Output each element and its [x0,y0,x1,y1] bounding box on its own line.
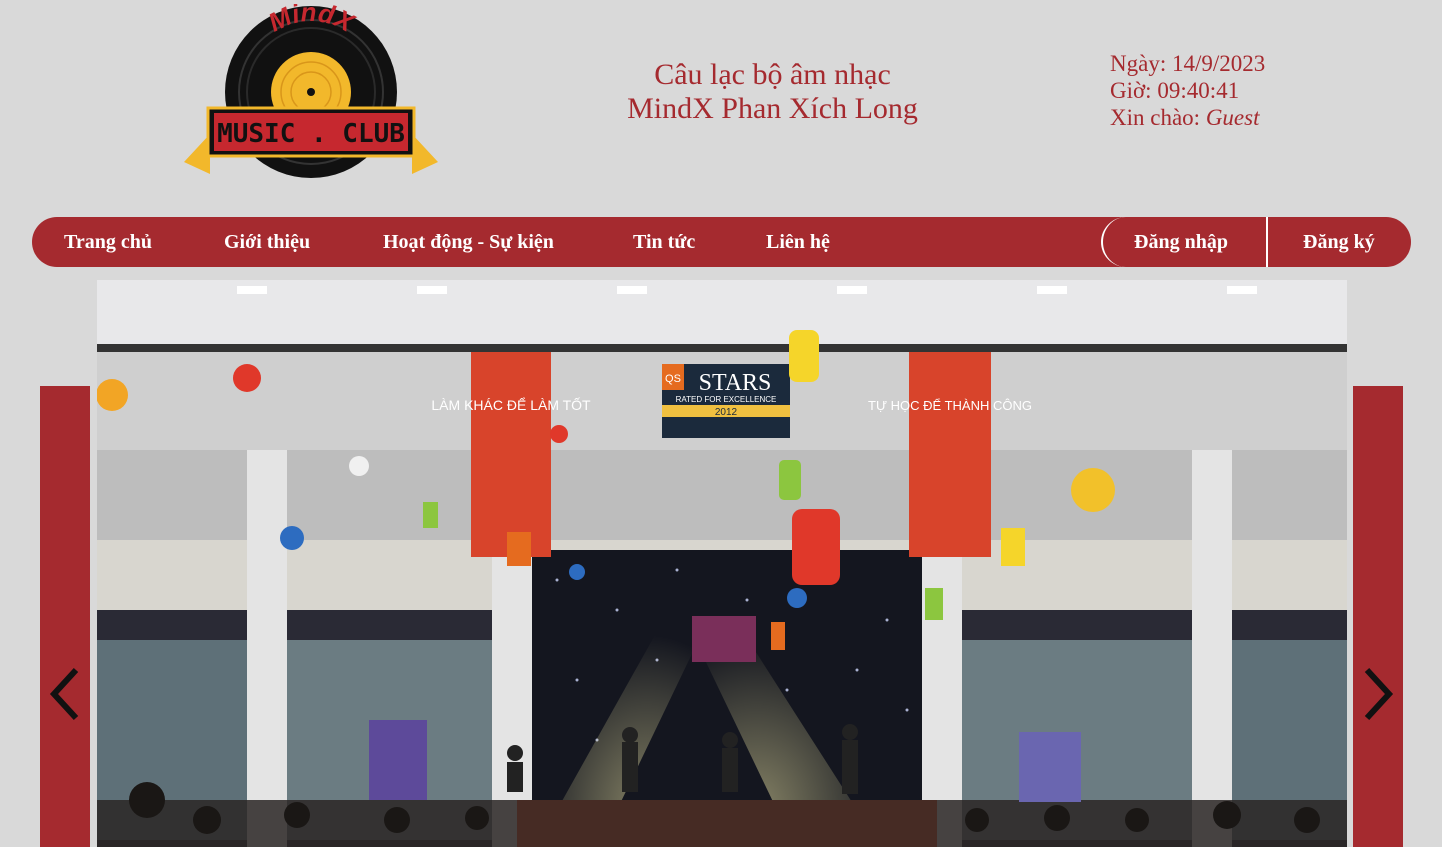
nav-item-home[interactable]: Trang chủ [64,217,152,267]
slider-prev-button[interactable] [40,386,90,847]
time-label: Giờ: [1110,78,1152,103]
club-logo[interactable]: MindX MUSIC . CLUB [180,0,442,182]
banner-left-text: LÀM KHÁC ĐỂ LÀM TỐT [431,396,591,413]
banner-right-text: TỰ HỌC ĐỂ THÀNH CÔNG [868,398,1032,413]
chevron-right-icon [1364,667,1394,721]
auth-divider [1266,217,1268,267]
greeting-row: Xin chào: Guest [1110,104,1265,131]
time-row: Giờ: 09:40:41 [1110,77,1265,104]
header-info: Ngày: 14/9/2023 Giờ: 09:40:41 Xin chào: … [1110,50,1265,131]
register-button[interactable]: Đăng ký [1303,217,1375,267]
date-value: 14/9/2023 [1171,51,1266,76]
qs-year: 2012 [715,407,738,418]
date-label: Ngày: [1110,51,1167,76]
qs-prefix: QS [665,373,681,385]
nav-item-about[interactable]: Giới thiệu [224,217,310,267]
club-title-line1: Câu lạc bộ âm nhạc [654,58,891,91]
greeting-label: Xin chào: [1110,105,1201,130]
slider-next-button[interactable] [1353,386,1403,847]
club-title-line2: MindX Phan Xích Long [627,92,918,125]
time-value: 09:40:41 [1157,78,1240,103]
chevron-left-icon [49,667,79,721]
qs-title: STARS [699,370,772,396]
greeting-user: Guest [1205,105,1260,130]
auth-group: Đăng nhập Đăng ký [1101,217,1411,267]
login-button[interactable]: Đăng nhập [1134,217,1228,267]
qs-subtitle: RATED FOR EXCELLENCE [676,395,777,404]
nav-item-contact[interactable]: Liên hệ [766,217,830,267]
club-title: Câu lạc bộ âm nhạc MindX Phan Xích Long [560,58,985,126]
logo-banner-text: MUSIC . CLUB [217,119,405,149]
date-row: Ngày: 14/9/2023 [1110,50,1265,77]
nav-item-events[interactable]: Hoạt động - Sự kiện [383,217,554,267]
slider-image: LÀM KHÁC ĐỂ LÀM TỐT TỰ HỌC ĐỂ THÀNH CÔNG… [97,280,1347,847]
nav-item-news[interactable]: Tin tức [633,217,695,267]
